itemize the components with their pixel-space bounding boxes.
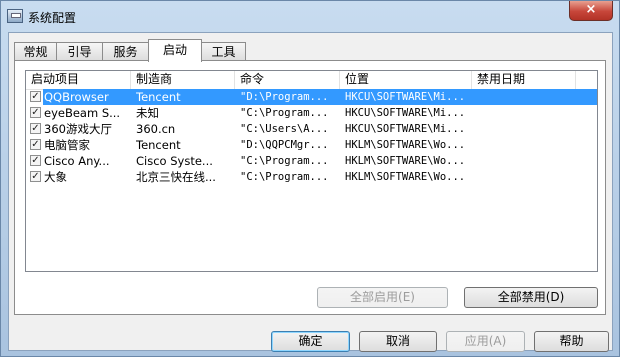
startup-items-list[interactable]: 启动项目 制造商 命令 位置 禁用日期 ✓ QQBrowser Tencent … — [25, 70, 598, 272]
cell-manufacturer: 北京三快在线... — [136, 170, 216, 184]
checkmark-icon: ✓ — [31, 107, 40, 118]
title-bar[interactable]: 系统配置 × — [1, 1, 619, 31]
checkmark-icon: ✓ — [31, 91, 40, 102]
window-title: 系统配置 — [28, 11, 77, 25]
row-checkbox[interactable]: ✓ — [30, 107, 41, 118]
cell-manufacturer: Cisco Syste... — [136, 154, 213, 168]
cell-item: 大象 — [44, 170, 67, 184]
column-header-item[interactable]: 启动项目 — [26, 71, 131, 89]
cell-command: "C:\Program... — [240, 155, 329, 167]
tab-services[interactable]: 服务 — [102, 42, 149, 61]
cell-location: HKLM\SOFTWARE\Wo... — [345, 155, 466, 167]
row-checkbox[interactable]: ✓ — [30, 171, 41, 182]
system-config-icon — [7, 9, 23, 23]
tab-boot[interactable]: 引导 — [56, 42, 103, 61]
column-header-disabled-date[interactable]: 禁用日期 — [472, 71, 576, 89]
table-row[interactable]: ✓ 360游戏大厅 360.cn "C:\Users\A... HKCU\SOF… — [26, 121, 597, 137]
disable-all-button[interactable]: 全部禁用(D) — [464, 287, 598, 308]
dialog-body: 常规 引导 服务 启动 工具 启动项目 制造商 命令 位置 禁用日期 ✓ QQB… — [8, 32, 613, 352]
cell-manufacturer: 360.cn — [136, 122, 176, 136]
cell-disabled-date — [477, 105, 577, 121]
cancel-button[interactable]: 取消 — [359, 331, 437, 352]
cell-disabled-date — [477, 169, 577, 185]
cell-command: "C:\Users\A... — [240, 123, 329, 135]
cell-location: HKCU\SOFTWARE\Mi... — [345, 91, 466, 103]
checkmark-icon: ✓ — [31, 139, 40, 150]
cell-command: "D:\QQPCMgr... — [240, 139, 329, 151]
cell-location: HKCU\SOFTWARE\Mi... — [345, 107, 466, 119]
apply-button[interactable]: 应用(A) — [446, 331, 525, 352]
cell-command: "C:\Program... — [240, 107, 329, 119]
cell-disabled-date — [477, 89, 577, 105]
cell-location: HKCU\SOFTWARE\Mi... — [345, 123, 466, 135]
cell-item: QQBrowser — [44, 90, 109, 104]
enable-all-button[interactable]: 全部启用(E) — [317, 287, 448, 308]
cell-command: "C:\Program... — [240, 171, 329, 183]
cell-disabled-date — [477, 121, 577, 137]
row-checkbox[interactable]: ✓ — [30, 123, 41, 134]
table-row[interactable]: ✓ Cisco Any... Cisco Syste... "C:\Progra… — [26, 153, 597, 169]
cell-manufacturer: Tencent — [136, 138, 181, 152]
help-button[interactable]: 帮助 — [534, 331, 609, 352]
table-row[interactable]: ✓ 电脑管家 Tencent "D:\QQPCMgr... HKLM\SOFTW… — [26, 137, 597, 153]
cell-item: 电脑管家 — [44, 138, 90, 152]
column-header-command[interactable]: 命令 — [235, 71, 340, 89]
table-row[interactable]: ✓ 大象 北京三快在线... "C:\Program... HKLM\SOFTW… — [26, 169, 597, 185]
cell-command: "D:\Program... — [240, 91, 329, 103]
column-header-manufacturer[interactable]: 制造商 — [131, 71, 235, 89]
column-header-location[interactable]: 位置 — [340, 71, 472, 89]
row-checkbox[interactable]: ✓ — [30, 91, 41, 102]
ok-button[interactable]: 确定 — [271, 331, 350, 352]
startup-tab-panel: 启动项目 制造商 命令 位置 禁用日期 ✓ QQBrowser Tencent … — [14, 60, 606, 315]
checkmark-icon: ✓ — [31, 155, 40, 166]
cell-item: Cisco Any... — [44, 154, 110, 168]
table-row[interactable]: ✓ eyeBeam S... 未知 "C:\Program... HKCU\SO… — [26, 105, 597, 121]
cell-disabled-date — [477, 137, 577, 153]
cell-disabled-date — [477, 153, 577, 169]
cell-item: 360游戏大厅 — [44, 122, 112, 136]
tab-startup[interactable]: 启动 — [148, 39, 202, 62]
checkmark-icon: ✓ — [31, 171, 40, 182]
checkmark-icon: ✓ — [31, 123, 40, 134]
cell-location: HKLM\SOFTWARE\Wo... — [345, 139, 466, 151]
list-header: 启动项目 制造商 命令 位置 禁用日期 — [26, 71, 597, 90]
cell-manufacturer: Tencent — [136, 90, 181, 104]
tab-general[interactable]: 常规 — [14, 42, 57, 61]
cell-item: eyeBeam S... — [44, 106, 121, 120]
system-config-window: 系统配置 × 常规 引导 服务 启动 工具 启动项目 制造商 命令 位置 禁用日… — [0, 0, 620, 357]
close-button[interactable]: × — [569, 1, 613, 21]
cell-manufacturer: 未知 — [136, 106, 159, 120]
tab-tools[interactable]: 工具 — [201, 42, 246, 61]
table-row[interactable]: ✓ QQBrowser Tencent "D:\Program... HKCU\… — [26, 89, 597, 105]
cell-location: HKLM\SOFTWARE\Wo... — [345, 171, 466, 183]
row-checkbox[interactable]: ✓ — [30, 155, 41, 166]
row-checkbox[interactable]: ✓ — [30, 139, 41, 150]
